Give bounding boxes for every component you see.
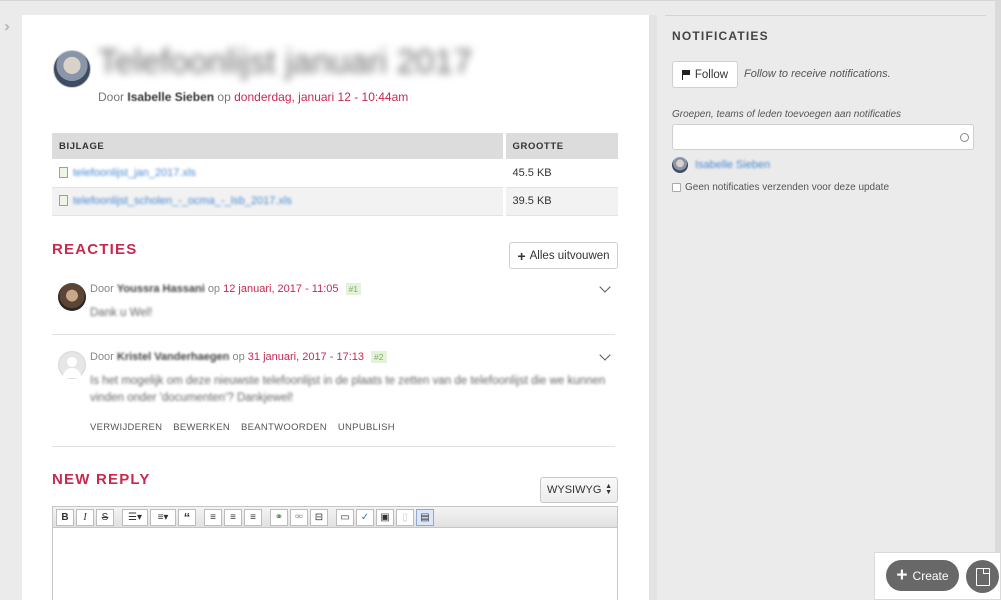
main-content: Telefoonlijst januari 2017 Door Isabelle…	[22, 15, 649, 600]
notified-member: Isabelle Sieben	[672, 157, 770, 173]
author-link[interactable]: Isabelle Sieben	[127, 90, 214, 104]
comment: Door Youssra Hassani op 12 januari, 2017…	[52, 281, 615, 333]
comment-body: Is het mogelijk om deze nieuwste telefoo…	[90, 375, 606, 404]
page-title: Telefoonlijst januari 2017	[98, 43, 473, 81]
comment-on: op	[207, 283, 221, 295]
comment-date[interactable]: 31 januari, 2017 - 17:13	[248, 351, 364, 363]
comment-number-badge[interactable]: #2	[371, 351, 387, 363]
expand-all-label: Alles uitvouwen	[529, 249, 610, 262]
new-reply-heading: NEW REPLY	[52, 471, 151, 488]
numbered-list-icon[interactable]: ≡▾	[150, 508, 176, 526]
comment-by: Door	[90, 351, 114, 363]
editor-toolbar: B I S ☰▾ ≡▾ “ ≡ ≡ ≡ ⚭ ⚮ ⊟ ▭ ✓ ▣ ▯ ▤	[52, 506, 618, 528]
comment-body: Dank u Wel!	[90, 307, 153, 319]
link-icon[interactable]: ⚭	[270, 508, 288, 526]
groups-input[interactable]	[672, 124, 974, 150]
create-button[interactable]: + Create	[886, 560, 959, 591]
reply-link[interactable]: BEANTWOORDEN	[241, 422, 327, 433]
attachment-link[interactable]: telefoonlijst_scholen_-_ocma_-_lsb_2017.…	[73, 195, 292, 207]
bold-icon[interactable]: B	[56, 508, 74, 526]
attachments-table: BIJLAGE GROOTTE telefoonlijst_jan_2017.x…	[52, 133, 618, 216]
plus-icon: +	[517, 247, 526, 264]
strikethrough-icon[interactable]: S	[96, 508, 114, 526]
file-size: 39.5 KB	[502, 187, 618, 216]
column-header-size: GROOTTE	[502, 133, 618, 159]
flag-icon	[681, 70, 691, 80]
divider	[52, 334, 615, 335]
no-notify-option: Geen notificaties verzenden voor deze up…	[672, 182, 889, 193]
unlink-icon[interactable]: ⚮	[290, 508, 308, 526]
no-notify-checkbox[interactable]	[672, 183, 681, 192]
comment-by: Door	[90, 283, 114, 295]
divider	[52, 446, 615, 447]
divider	[665, 15, 986, 16]
comment-number-badge[interactable]: #1	[345, 283, 362, 295]
post-date: donderdag, januari 12 - 10:44am	[234, 90, 409, 104]
follow-label: Follow	[694, 68, 729, 81]
spellcheck-icon[interactable]: ✓	[356, 508, 374, 526]
comment-author[interactable]: Kristel Vanderhaegen	[117, 351, 230, 363]
create-label: Create	[912, 568, 949, 583]
file-size: 45.5 KB	[502, 159, 618, 188]
comment-actions: VERWIJDEREN BEWERKEN BEANTWOORDEN UNPUBL…	[90, 422, 403, 433]
member-name[interactable]: Isabelle Sieben	[695, 159, 770, 171]
comment-author[interactable]: Youssra Hassani	[117, 283, 205, 295]
column-header-file: BIJLAGE	[52, 133, 504, 159]
align-right-icon[interactable]: ≡	[244, 508, 262, 526]
attachment-link[interactable]: telefoonlijst_jan_2017.xls	[73, 167, 196, 179]
show-blocks-icon[interactable]: ▤	[416, 508, 434, 526]
chevron-down-icon[interactable]	[599, 281, 611, 293]
delete-link[interactable]: VERWIJDEREN	[90, 422, 162, 433]
top-border	[0, 0, 1001, 1]
expand-all-button[interactable]: + Alles uitvouwen	[509, 242, 618, 269]
align-left-icon[interactable]: ≡	[204, 508, 222, 526]
no-notify-label: Geen notificaties verzenden voor deze up…	[685, 182, 890, 193]
table-row: telefoonlijst_scholen_-_ocma_-_lsb_2017.…	[52, 187, 618, 216]
byline-on: op	[217, 90, 231, 104]
select-arrows-icon: ▲ ▼	[605, 483, 612, 496]
follow-hint: Follow to receive notifications.	[744, 68, 891, 80]
italic-icon[interactable]: I	[76, 508, 94, 526]
editor-mode-select[interactable]: WYSIWYG ▲ ▼	[540, 477, 618, 503]
groups-label: Groepen, teams of leden toevoegen aan no…	[672, 109, 902, 120]
bullet-list-icon[interactable]: ☰▾	[122, 508, 148, 526]
commenter-avatar[interactable]	[58, 283, 86, 311]
chevron-down-icon[interactable]	[599, 349, 611, 361]
byline: Door Isabelle Sieben op donderdag, janua…	[98, 90, 408, 104]
table-row: telefoonlijst_jan_2017.xls 45.5 KB	[52, 159, 618, 188]
align-center-icon[interactable]: ≡	[224, 508, 242, 526]
author-avatar[interactable]	[53, 50, 91, 88]
comment-date[interactable]: 12 januari, 2017 - 11:05	[223, 283, 338, 295]
comment-meta: Door Kristel Vanderhaegen op 31 januari,…	[90, 351, 387, 363]
reply-editor[interactable]	[52, 528, 618, 600]
editor-mode-value: WYSIWYG	[547, 484, 602, 496]
plus-icon: +	[896, 565, 908, 586]
scrollbar[interactable]	[995, 0, 1001, 600]
spreadsheet-file-icon	[59, 195, 68, 206]
document-icon[interactable]	[966, 560, 999, 593]
spreadsheet-file-icon	[59, 166, 68, 178]
default-avatar-icon[interactable]	[58, 351, 86, 379]
comment: Door Kristel Vanderhaegen op 31 januari,…	[52, 349, 615, 446]
member-avatar	[672, 157, 688, 173]
image-icon[interactable]: ▣	[376, 508, 394, 526]
page-break-icon[interactable]: ⊟	[310, 508, 328, 526]
blockquote-icon[interactable]: “	[178, 508, 196, 526]
comment-on: op	[232, 351, 245, 363]
divider	[649, 15, 657, 600]
unpublish-link[interactable]: UNPUBLISH	[338, 422, 395, 433]
comment-meta: Door Youssra Hassani op 12 januari, 2017…	[90, 283, 362, 295]
edit-link[interactable]: BEWERKEN	[173, 422, 230, 433]
embed-media-icon[interactable]: ▭	[336, 508, 354, 526]
comments-heading: REACTIES	[52, 241, 138, 258]
expand-sidebar-icon[interactable]: ››	[4, 18, 10, 35]
follow-button[interactable]: Follow	[672, 61, 738, 88]
byline-prefix: Door	[98, 90, 125, 104]
source-icon[interactable]: ▯	[396, 508, 414, 526]
notifications-heading: NOTIFICATIES	[672, 29, 769, 43]
